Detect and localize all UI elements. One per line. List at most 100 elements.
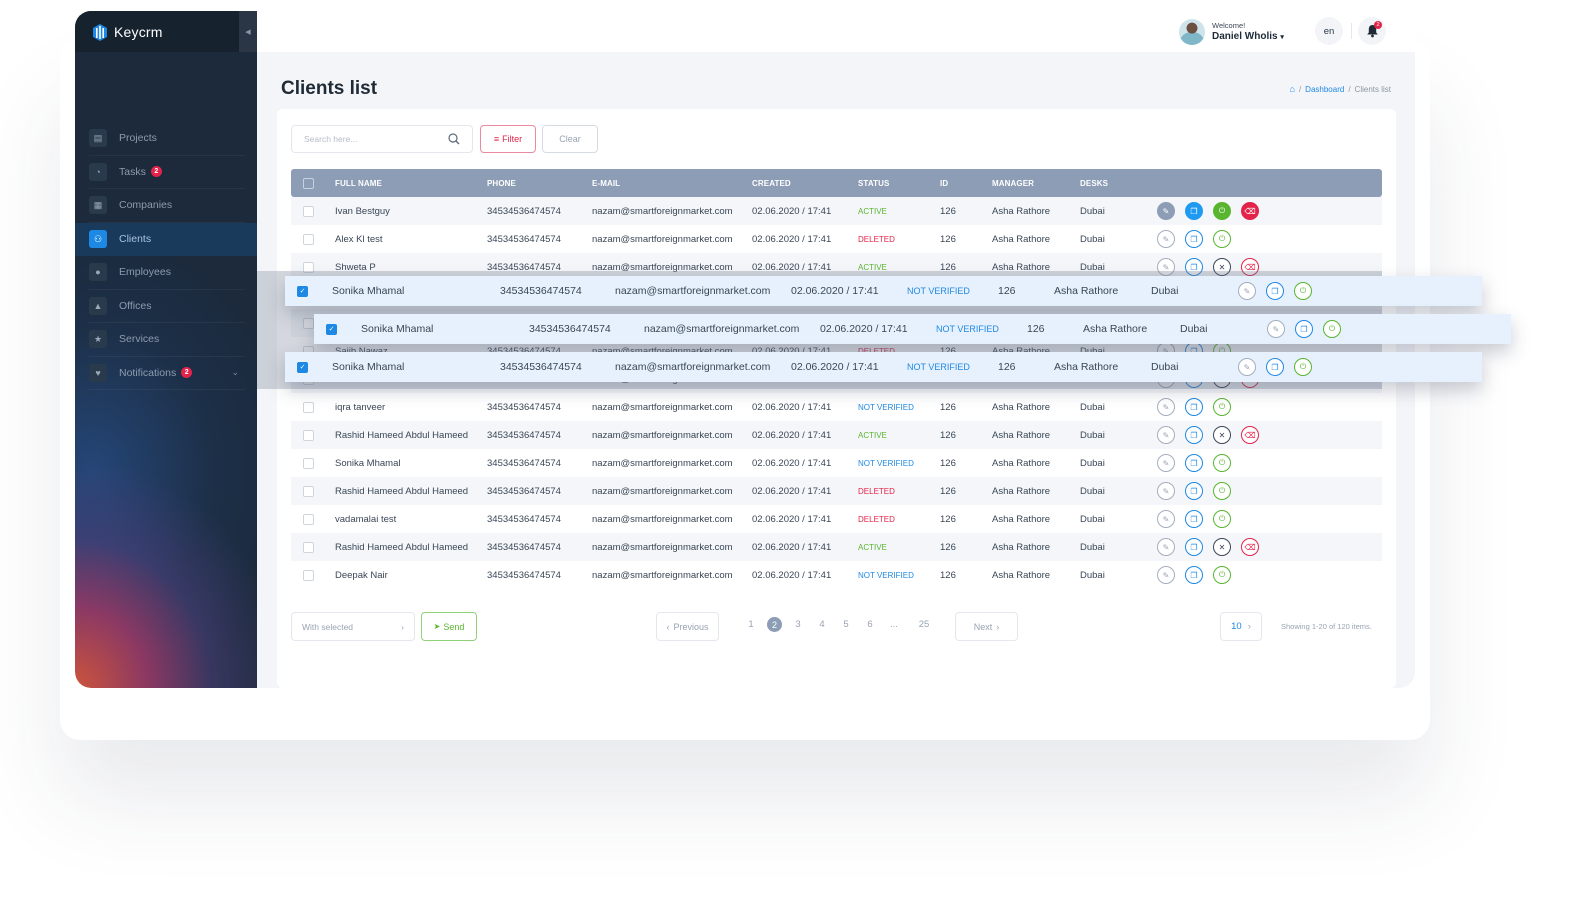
table-row[interactable]: iqra tanveer 34534536474574 nazam@smartfor… [291,393,1382,421]
column-header[interactable]: ID [940,179,948,188]
clear-button[interactable]: Clear [542,125,598,153]
close-icon[interactable]: ✕ [1213,258,1231,276]
edit-icon[interactable]: ✎ [1238,282,1256,300]
edit-icon[interactable]: ✎ [1157,482,1175,500]
page-link[interactable]: 1 [739,619,763,630]
home-icon[interactable]: ⌂ [1290,84,1295,94]
collapse-sidebar-button[interactable]: ◀ [239,11,257,52]
search-input[interactable]: Search here... [291,125,473,153]
power-icon[interactable]: ⏻ [1294,282,1312,300]
copy-icon[interactable]: ❐ [1185,398,1203,416]
power-icon[interactable]: ⏻ [1213,454,1231,472]
delete-icon[interactable]: ⌫ [1241,258,1259,276]
power-icon[interactable]: ⏻ [1213,202,1231,220]
table-row[interactable]: Ivan Bestguy 34534536474574 nazam@smartfor… [291,197,1382,225]
copy-icon[interactable]: ❐ [1295,320,1313,338]
power-icon[interactable]: ⏻ [1213,510,1231,528]
edit-icon[interactable]: ✎ [1157,538,1175,556]
page-link[interactable]: 25 [912,619,936,630]
dragged-row[interactable]: ✓ Sonika Mhamal 34534536474574 nazam@smartf… [285,276,1482,306]
table-row[interactable]: Rashid Hameed Abdul Hameed 34534536474574… [291,477,1382,505]
sidebar-item-companies[interactable]: ▦ Companies [89,189,245,223]
copy-icon[interactable]: ❐ [1185,510,1203,528]
row-checkbox[interactable] [303,401,314,413]
row-checkbox[interactable] [303,513,314,525]
column-header[interactable]: FULL NAME [335,179,382,188]
page-current[interactable]: 2 [767,617,782,632]
page-link[interactable]: 3 [786,619,810,630]
dragged-row[interactable]: ✓ Sonika Mhamal 34534536474574 nazam@smartf… [314,314,1511,344]
page-link[interactable]: 5 [834,619,858,630]
copy-icon[interactable]: ❐ [1185,454,1203,472]
edit-icon[interactable]: ✎ [1157,566,1175,584]
table-row[interactable]: Rashid Hameed Abdul Hameed 34534536474574… [291,421,1382,449]
delete-icon[interactable]: ⌫ [1241,426,1259,444]
table-row[interactable]: vadamalai test 34534536474574 nazam@smartf… [291,505,1382,533]
close-icon[interactable]: ✕ [1213,538,1231,556]
sidebar-item-employees[interactable]: ● Employees [89,256,245,290]
row-checkbox-checked[interactable]: ✓ [297,285,308,297]
copy-icon[interactable]: ❐ [1185,230,1203,248]
row-checkbox[interactable] [303,233,314,245]
copy-icon[interactable]: ❐ [1185,426,1203,444]
dragged-row[interactable]: ✓ Sonika Mhamal 34534536474574 nazam@smartf… [285,352,1482,382]
copy-icon[interactable]: ❐ [1266,282,1284,300]
language-button[interactable]: en [1315,17,1343,45]
row-checkbox-checked[interactable]: ✓ [297,361,308,373]
delete-icon[interactable]: ⌫ [1241,538,1259,556]
column-header[interactable]: CREATED [752,179,791,188]
sidebar-item-offices[interactable]: ▲ Offices [89,290,245,323]
copy-icon[interactable]: ❐ [1185,538,1203,556]
table-row[interactable]: Rashid Hameed Abdul Hameed 34534536474574… [291,533,1382,561]
power-icon[interactable]: ⏻ [1294,358,1312,376]
sidebar-item-tasks[interactable]: ◔ Tasks 2 [89,156,245,189]
edit-icon[interactable]: ✎ [1157,426,1175,444]
bulk-action-select[interactable]: With selected › [291,612,415,641]
column-header[interactable]: E-MAIL [592,179,620,188]
edit-icon[interactable]: ✎ [1157,510,1175,528]
page-link[interactable]: 6 [858,619,882,630]
delete-icon[interactable]: ⌫ [1241,202,1259,220]
sidebar-item-clients[interactable]: ⚇ Clients [75,222,257,256]
notifications-button[interactable]: 2 [1358,17,1386,45]
edit-icon[interactable]: ✎ [1238,358,1256,376]
power-icon[interactable]: ⏻ [1323,320,1341,338]
power-icon[interactable]: ⏻ [1213,230,1231,248]
close-icon[interactable]: ✕ [1213,426,1231,444]
row-checkbox[interactable] [303,205,314,217]
power-icon[interactable]: ⏻ [1213,566,1231,584]
per-page-select[interactable]: 10 › [1220,612,1262,641]
table-row[interactable]: Alex Kl test 34534536474574 nazam@smartfor… [291,225,1382,253]
row-checkbox[interactable] [303,457,314,469]
next-page-button[interactable]: Next › [955,612,1018,641]
column-header[interactable]: PHONE [487,179,516,188]
edit-icon[interactable]: ✎ [1157,398,1175,416]
row-checkbox[interactable] [303,261,314,273]
copy-icon[interactable]: ❐ [1185,202,1203,220]
breadcrumb-dashboard-link[interactable]: Dashboard [1305,85,1344,94]
edit-icon[interactable]: ✎ [1157,230,1175,248]
column-header[interactable]: MANAGER [992,179,1034,188]
table-row[interactable]: Deepak Nair 34534536474574 nazam@smartfore… [291,561,1382,589]
power-icon[interactable]: ⏻ [1213,398,1231,416]
sidebar-item-notifications[interactable]: ♥ Notifications 2 ⌄ [89,357,245,390]
row-checkbox[interactable] [303,485,314,497]
row-checkbox[interactable] [303,569,314,581]
edit-icon[interactable]: ✎ [1157,454,1175,472]
copy-icon[interactable]: ❐ [1185,566,1203,584]
row-checkbox[interactable] [303,429,314,441]
edit-icon[interactable]: ✎ [1267,320,1285,338]
sidebar-item-services[interactable]: ★ Services [89,323,245,357]
user-menu[interactable]: Welcome! Daniel Wholis ▾ [1179,19,1284,45]
copy-icon[interactable]: ❐ [1266,358,1284,376]
select-all-checkbox[interactable] [303,177,314,189]
column-header[interactable]: STATUS [858,179,889,188]
send-button[interactable]: ➤ Send [421,612,477,641]
edit-icon[interactable]: ✎ [1157,202,1175,220]
table-row[interactable]: Sonika Mhamal 34534536474574 nazam@smartfo… [291,449,1382,477]
previous-page-button[interactable]: ‹ Previous [656,612,719,641]
row-checkbox-checked[interactable]: ✓ [326,323,337,335]
copy-icon[interactable]: ❐ [1185,482,1203,500]
column-header[interactable]: DESKS [1080,179,1108,188]
page-link[interactable]: 4 [810,619,834,630]
